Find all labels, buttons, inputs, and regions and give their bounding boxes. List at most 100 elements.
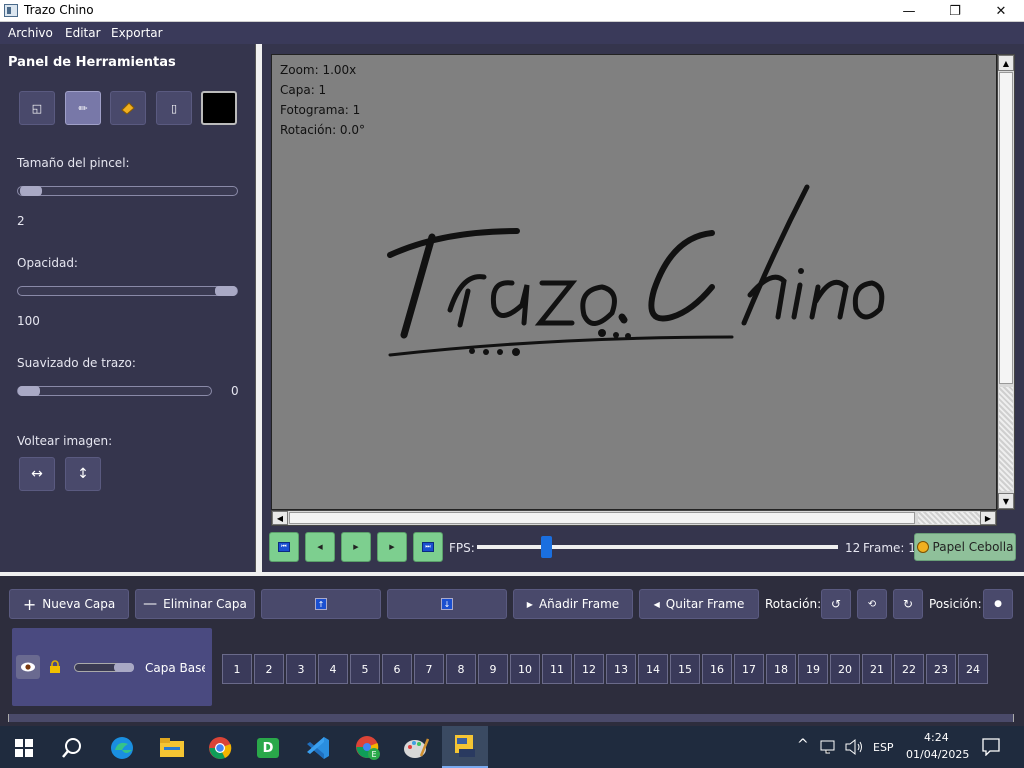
brush-size-slider[interactable] <box>17 186 238 196</box>
next-frame-button[interactable]: ▶ <box>377 532 407 562</box>
reset-rotation-button[interactable]: ⟲ <box>857 589 887 619</box>
frame-cell[interactable]: 14 <box>638 654 668 684</box>
frame-cell[interactable]: 5 <box>350 654 380 684</box>
add-frame-button[interactable]: ▶ Añadir Frame <box>513 589 633 619</box>
frame-cell[interactable]: 20 <box>830 654 860 684</box>
search-icon <box>62 738 81 758</box>
new-layer-button[interactable]: + Nueva Capa <box>9 589 129 619</box>
add-frame-label: Añadir Frame <box>538 597 620 611</box>
color-picker-button[interactable] <box>201 91 237 125</box>
drawing-canvas[interactable]: Zoom: 1.00x Capa: 1 Fotograma: 1 Rotació… <box>271 54 997 510</box>
move-layer-down-button[interactable]: ↓ <box>387 589 507 619</box>
scroll-left-button[interactable]: ◀ <box>272 511 288 525</box>
frame-cell[interactable]: 22 <box>894 654 924 684</box>
eraser-tool-button[interactable] <box>110 91 146 125</box>
app-d-button[interactable]: D <box>248 732 288 764</box>
frame-cell[interactable]: 21 <box>862 654 892 684</box>
canvas-horizontal-scrollbar[interactable]: ◀ ▶ <box>271 510 997 526</box>
speaker-icon[interactable] <box>844 738 864 756</box>
rotate-left-button[interactable]: ↺ <box>821 589 851 619</box>
clock-time[interactable]: 4:24 <box>924 731 949 744</box>
frame-cell[interactable]: 9 <box>478 654 508 684</box>
move-layer-up-button[interactable]: ↑ <box>261 589 381 619</box>
frame-cell[interactable]: 7 <box>414 654 444 684</box>
flip-horizontal-button[interactable]: ↔ <box>19 457 55 491</box>
edge-button[interactable] <box>102 732 142 764</box>
horizontal-scroll-thumb[interactable] <box>289 512 915 524</box>
frame-cell[interactable]: 1 <box>222 654 252 684</box>
delete-layer-button[interactable]: — Eliminar Capa <box>135 589 255 619</box>
menu-exportar[interactable]: Exportar <box>111 26 163 40</box>
frame-cell[interactable]: 19 <box>798 654 828 684</box>
opacity-slider[interactable] <box>17 286 238 296</box>
tools-panel-title: Panel de Herramientas <box>8 55 176 70</box>
flip-vertical-button[interactable]: ↕ <box>65 457 101 491</box>
previous-frame-button[interactable]: ◀ <box>305 532 335 562</box>
vertical-scroll-track[interactable] <box>999 387 1013 491</box>
remove-frame-button[interactable]: ◀ Quitar Frame <box>639 589 759 619</box>
smoothing-knob[interactable] <box>18 386 40 396</box>
pencil-tool-button[interactable]: ✏ <box>65 91 101 125</box>
layer-row[interactable]: Capa Base ( <box>12 628 212 706</box>
frame-cell[interactable]: 16 <box>702 654 732 684</box>
vscode-button[interactable] <box>298 732 338 764</box>
minimize-button[interactable]: — <box>886 0 932 22</box>
menu-archivo[interactable]: Archivo <box>8 26 53 40</box>
brush-size-knob[interactable] <box>20 186 42 196</box>
play-button[interactable]: ▶ <box>341 532 371 562</box>
canvas-vertical-scrollbar[interactable]: ▲ ▼ <box>997 54 1015 510</box>
horizontal-scroll-track[interactable] <box>918 512 980 524</box>
frame-cell[interactable]: 4 <box>318 654 348 684</box>
visibility-toggle[interactable] <box>16 655 40 679</box>
layer-opacity-knob[interactable] <box>114 663 134 672</box>
frame-cell[interactable]: 8 <box>446 654 476 684</box>
trazo-chino-taskbar-button[interactable] <box>442 726 488 768</box>
vertical-scroll-thumb[interactable] <box>999 72 1013 384</box>
search-button[interactable] <box>52 732 92 764</box>
layer-opacity-slider[interactable] <box>74 663 134 672</box>
opacity-knob[interactable] <box>215 286 237 296</box>
selection-tool-button[interactable]: ◱ <box>19 91 55 125</box>
chrome-profile-button[interactable]: E <box>348 732 388 764</box>
frame-cell[interactable]: 18 <box>766 654 796 684</box>
frame-cell[interactable]: 3 <box>286 654 316 684</box>
first-frame-button[interactable]: ⏮ <box>269 532 299 562</box>
paint-button[interactable] <box>396 732 436 764</box>
frame-cell[interactable]: 11 <box>542 654 572 684</box>
flip-vertical-icon: ↕ <box>77 466 89 482</box>
onion-skin-button[interactable]: Papel Cebolla <box>914 533 1016 561</box>
network-icon[interactable] <box>820 739 838 755</box>
scroll-up-button[interactable]: ▲ <box>998 55 1014 71</box>
fps-slider-knob[interactable] <box>541 536 552 558</box>
frame-cell[interactable]: 24 <box>958 654 988 684</box>
frame-cell[interactable]: 23 <box>926 654 956 684</box>
frame-cell[interactable]: 13 <box>606 654 636 684</box>
close-button[interactable]: ✕ <box>978 0 1024 22</box>
last-frame-button[interactable]: ⏭ <box>413 532 443 562</box>
clock-date[interactable]: 01/04/2025 <box>906 748 969 761</box>
show-hidden-icons-chevron-up-icon[interactable]: ^ <box>797 737 809 753</box>
rotate-right-button[interactable]: ↻ <box>893 589 923 619</box>
frame-cell[interactable]: 12 <box>574 654 604 684</box>
maximize-button[interactable]: ❐ <box>932 0 978 22</box>
reset-position-button[interactable]: ● <box>983 589 1013 619</box>
frame-cell[interactable]: 15 <box>670 654 700 684</box>
lock-toggle[interactable] <box>46 658 64 676</box>
scroll-right-button[interactable]: ▶ <box>980 511 996 525</box>
scroll-down-button[interactable]: ▼ <box>998 493 1014 509</box>
smoothing-slider[interactable] <box>17 386 212 396</box>
menu-editar[interactable]: Editar <box>65 26 101 40</box>
timeline-scrollbar[interactable] <box>8 714 1014 722</box>
frame-cell[interactable]: 10 <box>510 654 540 684</box>
fps-slider[interactable] <box>477 536 838 558</box>
frame-cell[interactable]: 2 <box>254 654 284 684</box>
start-button[interactable] <box>4 732 44 764</box>
notification-icon[interactable] <box>982 738 1000 756</box>
frame-cell[interactable]: 17 <box>734 654 764 684</box>
chrome-button[interactable] <box>200 732 240 764</box>
frame-cell[interactable]: 6 <box>382 654 412 684</box>
position-label: Posición: <box>929 597 982 611</box>
language-indicator[interactable]: ESP <box>873 741 894 754</box>
file-explorer-button[interactable] <box>152 732 192 764</box>
bucket-tool-button[interactable]: ▯ <box>156 91 192 125</box>
